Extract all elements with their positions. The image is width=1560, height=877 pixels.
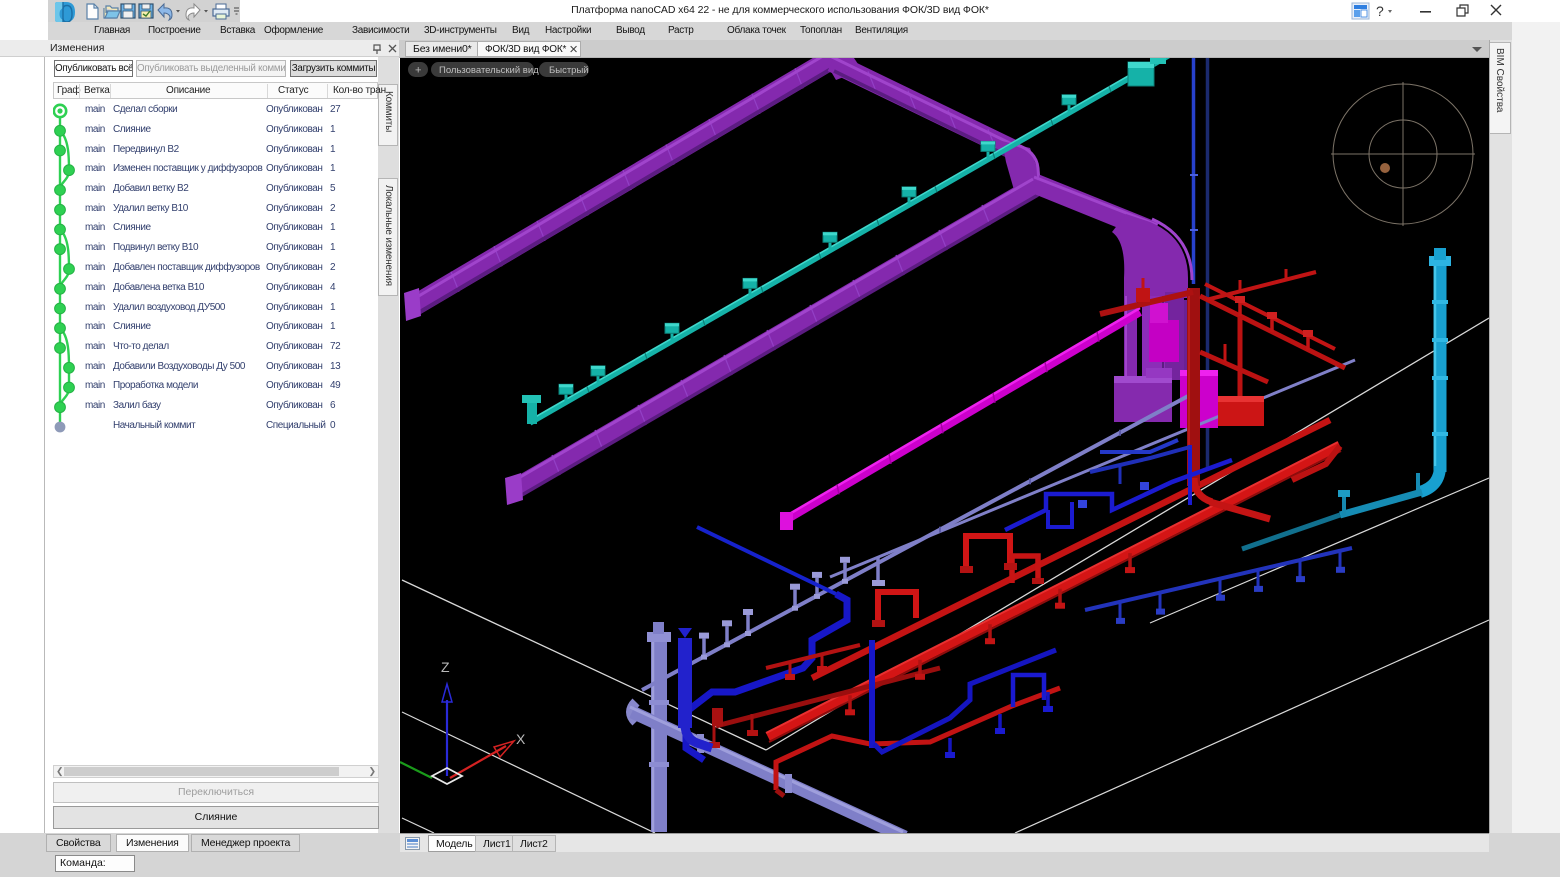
svg-text:Пользовательский вид: Пользовательский вид	[439, 65, 539, 76]
svg-text:?: ?	[1376, 3, 1384, 19]
svg-text:+: +	[415, 65, 421, 77]
svg-text:X: X	[516, 731, 526, 747]
svg-text:Z: Z	[441, 659, 450, 675]
svg-text:Быстрый: Быстрый	[549, 65, 589, 76]
